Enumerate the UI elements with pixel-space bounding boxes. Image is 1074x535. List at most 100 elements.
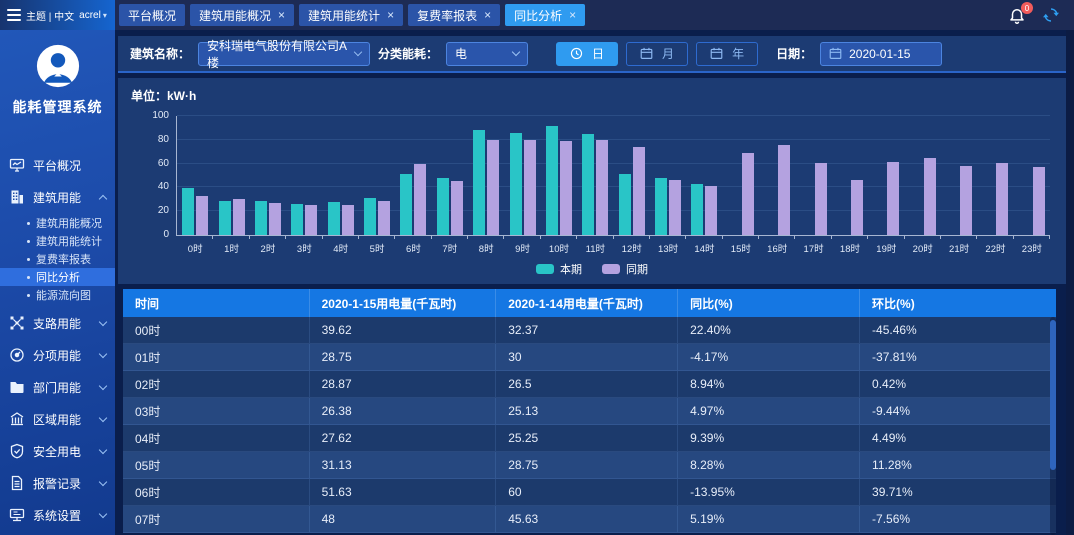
- bar-group: 1时: [213, 116, 249, 235]
- bar-group: 19时: [868, 116, 904, 235]
- energy-type-select-value: 电: [455, 45, 467, 62]
- table-cell: 39.71%: [860, 479, 1056, 505]
- hamburger-menu-icon[interactable]: [7, 9, 21, 21]
- close-icon[interactable]: ×: [569, 9, 576, 21]
- x-axis-tick: [540, 235, 541, 239]
- user-menu[interactable]: acrel ▾: [79, 10, 107, 21]
- tab-bar: 平台概况建筑用能概况×建筑用能统计×复费率报表×同比分析×: [115, 4, 1008, 26]
- sidebar-item[interactable]: 建筑用能: [0, 181, 115, 213]
- tab-item[interactable]: 建筑用能概况×: [190, 4, 294, 26]
- calendar-icon: [710, 47, 723, 60]
- bar-本期: [400, 174, 412, 235]
- tab-item[interactable]: 平台概况: [119, 4, 185, 26]
- table-row: 02时28.8726.58.94%0.42%: [123, 371, 1056, 398]
- x-axis-tick: [976, 235, 977, 239]
- x-axis-tick: [685, 235, 686, 239]
- table-row: 07时4845.635.19%-7.56%: [123, 506, 1056, 533]
- sidebar-subitem[interactable]: 建筑用能统计: [0, 232, 115, 250]
- sidebar-item[interactable]: 支路用能: [0, 307, 115, 339]
- sidebar-item-label: 分项用能: [33, 347, 81, 364]
- sidebar-subitem[interactable]: 建筑用能概况: [0, 214, 115, 232]
- sidebar-item[interactable]: 报警记录: [0, 467, 115, 499]
- x-axis-tick: [322, 235, 323, 239]
- period-button-年[interactable]: 年: [696, 42, 758, 66]
- table-cell: 22.40%: [678, 317, 860, 343]
- energy-type-label: 分类能耗：: [378, 45, 438, 62]
- bar-同期: [851, 180, 863, 235]
- x-axis-tick-label: 23时: [1006, 241, 1057, 255]
- sidebar-item[interactable]: 系统设置: [0, 499, 115, 531]
- table-body: 00时39.6232.3722.40%-45.46%01时28.7530-4.1…: [123, 317, 1056, 533]
- column-header: 2020-1-14用电量(千瓦时): [496, 289, 678, 317]
- close-icon[interactable]: ×: [484, 9, 491, 21]
- table-scrollbar-thumb[interactable]: [1050, 320, 1056, 470]
- table-cell: -9.44%: [860, 398, 1056, 424]
- bar-group: 20时: [905, 116, 941, 235]
- x-axis-tick: [649, 235, 650, 239]
- topbar-title[interactable]: 主题 | 中文: [26, 8, 74, 23]
- bar-同期: [778, 145, 790, 235]
- table-row: 06时51.6360-13.95%39.71%: [123, 479, 1056, 506]
- sidebar-subitem[interactable]: 能源流向图: [0, 286, 115, 304]
- chevron-down-icon: [99, 317, 107, 325]
- sidebar-item[interactable]: 区域用能: [0, 403, 115, 435]
- sidebar-subitem[interactable]: 同比分析: [0, 268, 115, 286]
- x-axis-tick: [867, 235, 868, 239]
- table-cell: 06时: [123, 479, 310, 505]
- table-scrollbar[interactable]: [1050, 317, 1056, 535]
- bullet-icon: [27, 240, 30, 243]
- caret-down-icon: ▾: [103, 11, 107, 20]
- chevron-down-icon: [99, 349, 107, 357]
- legend-item-同期[interactable]: 同期: [602, 261, 648, 277]
- refresh-icon[interactable]: [1042, 6, 1060, 24]
- tab-item[interactable]: 复费率报表 ×: [408, 4, 500, 26]
- bar-group: 22时: [977, 116, 1013, 235]
- date-value: 2020-01-15: [849, 47, 910, 61]
- period-button-月[interactable]: 月: [626, 42, 688, 66]
- bar-本期: [582, 134, 594, 235]
- table-cell: 60: [496, 479, 678, 505]
- legend-swatch: [602, 264, 620, 274]
- energy-type-select[interactable]: 电: [446, 42, 528, 66]
- filter-panel: 建筑名称： 安科瑞电气股份有限公司A楼 分类能耗： 电 日月年 日期： 2020…: [118, 36, 1066, 73]
- x-axis-tick: [467, 235, 468, 239]
- x-axis-tick: [794, 235, 795, 239]
- table-cell: 05时: [123, 452, 310, 478]
- y-axis-tick-label: 40: [135, 181, 169, 192]
- shield-icon: [9, 443, 25, 459]
- bar-本期: [437, 178, 449, 235]
- bar-同期: [560, 141, 572, 235]
- sidebar-item[interactable]: 平台概况: [0, 149, 115, 181]
- notification-bell-icon[interactable]: 0: [1008, 6, 1026, 24]
- page-scroll-track[interactable]: [1066, 30, 1074, 535]
- date-input[interactable]: 2020-01-15: [820, 42, 942, 66]
- table-cell: 03时: [123, 398, 310, 424]
- tab-label: 复费率报表: [417, 7, 477, 24]
- bar-同期: [960, 166, 972, 235]
- table-cell: 4.49%: [860, 425, 1056, 451]
- legend-item-本期[interactable]: 本期: [536, 261, 582, 277]
- close-icon[interactable]: ×: [278, 9, 285, 21]
- table-cell: 51.63: [310, 479, 497, 505]
- bar-同期: [414, 164, 426, 235]
- date-label: 日期：: [776, 45, 812, 62]
- sidebar-item[interactable]: 分项用能: [0, 339, 115, 371]
- sidebar-item[interactable]: 部门用能: [0, 371, 115, 403]
- bar-同期: [451, 181, 463, 235]
- bar-本期: [364, 198, 376, 235]
- building-select[interactable]: 安科瑞电气股份有限公司A楼: [198, 42, 370, 66]
- bar-groups: 0时1时2时3时4时5时6时7时8时9时10时11时12时13时14时15时16…: [177, 116, 1050, 235]
- tab-item[interactable]: 同比分析×: [505, 4, 585, 26]
- sidebar-item[interactable]: 安全用电: [0, 435, 115, 467]
- sidebar-subitem[interactable]: 复费率报表: [0, 250, 115, 268]
- period-button-label: 月: [662, 45, 674, 62]
- period-button-日[interactable]: 日: [556, 42, 618, 66]
- x-axis-tick: [722, 235, 723, 239]
- bar-group: 18时: [832, 116, 868, 235]
- close-icon[interactable]: ×: [387, 9, 394, 21]
- tab-item[interactable]: 建筑用能统计×: [299, 4, 403, 26]
- chevron-down-icon: [512, 48, 520, 56]
- table-cell: 9.39%: [678, 425, 860, 451]
- bar-本期: [291, 204, 303, 235]
- branch-icon: [9, 315, 25, 331]
